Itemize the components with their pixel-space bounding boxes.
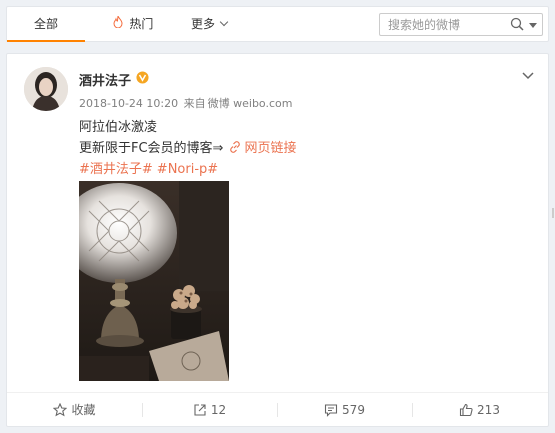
tab-hot[interactable]: 热门	[103, 7, 163, 41]
search-box	[379, 13, 543, 36]
tab-all[interactable]: 全部	[7, 7, 85, 42]
share-icon	[194, 404, 206, 416]
comment-button[interactable]: 579	[277, 393, 412, 427]
post-image[interactable]	[79, 181, 229, 381]
search-icon[interactable]	[510, 17, 524, 31]
tag-link[interactable]: #酒井法子#	[79, 162, 153, 177]
tab-bar: 全部 热门 更多	[6, 6, 549, 42]
share-button[interactable]: 12	[142, 393, 277, 427]
tab-more[interactable]: 更多	[181, 7, 237, 41]
like-count: 213	[477, 403, 500, 417]
star-icon	[53, 402, 68, 417]
post-timestamp[interactable]: 2018-10-24 10:20	[79, 97, 178, 110]
tab-more-label: 更多	[190, 17, 215, 31]
tag-link[interactable]: #Nori-p#	[157, 162, 218, 177]
post-text-line2-label: 更新限于FC会员的博客⇒	[79, 141, 224, 156]
source-prefix: 来自	[183, 97, 206, 110]
dropdown-arrow-icon[interactable]	[529, 23, 537, 28]
share-count: 12	[210, 403, 227, 417]
tab-hot-label: 热门	[129, 17, 154, 31]
gold-v-badge-icon	[136, 71, 149, 84]
post-tags: #酒井法子# #Nori-p#	[79, 158, 222, 177]
post-card: 酒井法子 2018-10-24 10:20 来自 微博 weibo.com 阿拉伯…	[6, 53, 549, 427]
username[interactable]: 酒井法子	[79, 70, 131, 89]
action-bar: 收藏 12 579 213	[7, 392, 548, 426]
web-link-label: 网页链接	[244, 141, 297, 156]
post-text-line2: 更新限于FC会员的博客⇒ 网页链接	[79, 137, 296, 156]
search-input[interactable]	[388, 17, 506, 33]
fire-icon	[113, 15, 127, 31]
post-meta: 2018-10-24 10:20 来自 微博 weibo.com	[79, 95, 294, 111]
favorite-button[interactable]: 收藏	[7, 393, 142, 427]
chevron-down-icon	[219, 17, 229, 27]
link-icon	[230, 141, 241, 153]
scrollbar[interactable]	[549, 0, 555, 433]
like-button[interactable]: 213	[412, 393, 547, 427]
avatar[interactable]	[24, 67, 68, 111]
comment-icon	[324, 404, 338, 417]
scrollbar-thumb[interactable]	[552, 208, 554, 218]
thumbs-up-icon	[459, 403, 473, 417]
favorite-label: 收藏	[71, 403, 96, 417]
post-source[interactable]: 微博 weibo.com	[208, 97, 293, 110]
web-link[interactable]: 网页链接	[229, 141, 296, 156]
post-text-line1: 阿拉伯冰激凌	[79, 120, 158, 135]
comment-count: 579	[342, 403, 365, 417]
chevron-down-icon[interactable]	[522, 72, 534, 80]
